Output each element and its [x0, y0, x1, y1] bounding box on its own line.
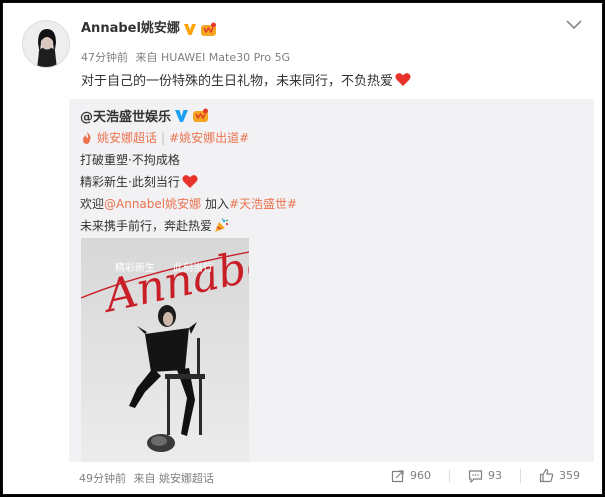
thumbs-up-icon — [539, 468, 554, 483]
repost-line-2: 精彩新生·此刻当行 — [80, 173, 198, 190]
tag-separator: | — [161, 130, 166, 145]
post-text: 对于自己的一份特殊的生日礼物，未来同行，不负热爱 — [81, 70, 411, 89]
post-meta: 47分钟前 来自 HUAWEI Mate30 Pro 5G — [81, 49, 290, 65]
repost-time[interactable]: 49分钟前 — [79, 472, 126, 485]
repost-meta: 49分钟前 来自 姚安娜超话 — [79, 470, 214, 486]
repost-line-2-text: 精彩新生·此刻当行 — [80, 175, 180, 189]
post-source: 来自 HUAWEI Mate30 Pro 5G — [135, 51, 291, 64]
heart-icon — [395, 73, 411, 86]
join-text: 加入 — [201, 197, 229, 211]
repost-source[interactable]: 来自 姚安娜超话 — [134, 472, 215, 485]
like-count: 359 — [559, 469, 580, 482]
poster-slogan-right: 此刻当行 — [173, 261, 213, 274]
welcome-text: 欢迎 — [80, 197, 105, 211]
repost-tags: 姚安娜超话 | #姚安娜出道# — [80, 129, 249, 146]
poster-image[interactable]: Annabel 精彩新生 此刻当行 — [81, 238, 249, 462]
repost-button[interactable]: 960 — [391, 469, 431, 483]
verified-blue-v-icon — [175, 109, 189, 122]
comment-icon — [468, 469, 483, 483]
repost-author-name[interactable]: @天浩盛世娱乐 — [80, 106, 171, 125]
poster-slogan-left: 精彩新生 — [115, 261, 155, 274]
repost-icon — [391, 469, 404, 482]
post-footer: 49分钟前 来自 姚安娜超话 960 93 359 — [3, 464, 602, 494]
post-author[interactable]: Annabel姚安娜 — [81, 20, 217, 38]
repost-line-4-text: 未来携手前行，奔赴热爱 — [80, 219, 213, 233]
avatar[interactable] — [22, 20, 70, 68]
divider — [449, 468, 450, 483]
repost-line-4: 未来携手前行，奔赴热爱 — [80, 217, 229, 234]
repost-line-3: 欢迎 @Annabel姚安娜 加入 #天浩盛世# — [80, 195, 297, 212]
supertopic-icon — [83, 131, 91, 144]
repost-count: 960 — [410, 469, 431, 482]
comment-count: 93 — [488, 469, 502, 482]
debut-tag-link[interactable]: #姚安娜出道# — [169, 129, 249, 146]
supertopic-link[interactable]: 姚安娜超话 — [97, 129, 157, 146]
repost-line-1: 打破重塑·不拘成格 — [80, 151, 180, 168]
repost-author[interactable]: @天浩盛世娱乐 — [80, 106, 209, 125]
mention-link[interactable]: @Annabel姚安娜 — [104, 195, 201, 212]
company-tag-link[interactable]: #天浩盛世# — [229, 195, 297, 212]
post-body: 对于自己的一份特殊的生日礼物，未来同行，不负热爱 — [81, 74, 394, 89]
divider — [520, 468, 521, 483]
chevron-down-icon[interactable] — [565, 19, 583, 31]
action-bar: 960 93 359 — [373, 468, 580, 483]
party-popper-icon — [215, 218, 229, 232]
heart-icon — [182, 175, 198, 188]
verified-v-icon — [183, 23, 196, 35]
repost-line-1-text: 打破重塑·不拘成格 — [80, 153, 180, 167]
author-name[interactable]: Annabel姚安娜 — [81, 20, 180, 38]
repost-box[interactable]: @天浩盛世娱乐 姚安娜超话 | #姚安娜出道# 打破重塑·不拘成格 精彩新生·此… — [69, 99, 594, 462]
post-time[interactable]: 47分钟前 — [81, 51, 128, 64]
weibo-card: Annabel姚安娜 47分钟前 来自 HUAWEI Mate30 Pro 5G… — [2, 2, 603, 495]
comment-button[interactable]: 93 — [468, 469, 502, 483]
vip-crown-icon — [193, 108, 209, 122]
vip-crown-icon — [200, 22, 216, 36]
like-button[interactable]: 359 — [539, 468, 580, 483]
